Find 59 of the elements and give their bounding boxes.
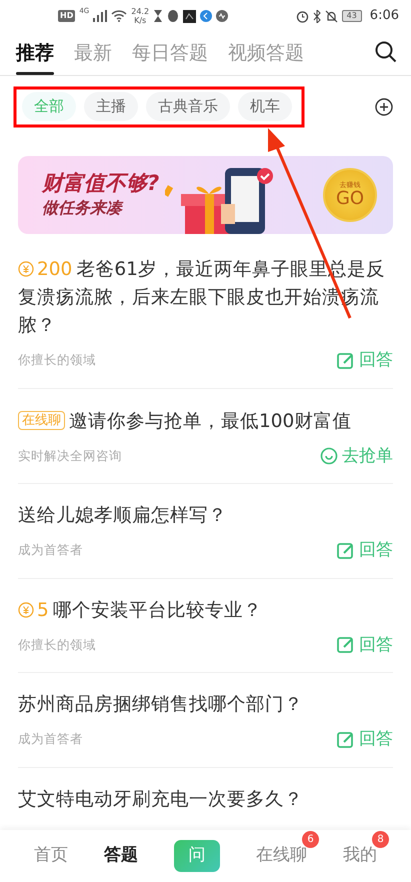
mute-icon (324, 10, 338, 22)
coin-icon (18, 602, 34, 618)
app-icon (216, 10, 228, 22)
category-chip[interactable]: 全部 (22, 92, 76, 120)
question-hint: 成为首答者 (18, 730, 83, 748)
edit-icon (337, 542, 355, 560)
nav-tab[interactable]: 我的 8 (343, 831, 389, 869)
edit-icon (337, 636, 355, 654)
alarm-icon (296, 10, 309, 22)
banner-subtitle: 做任务来凑 (42, 196, 124, 218)
speed-unit: K/s (133, 16, 148, 25)
signal-icon (93, 10, 108, 22)
category-chip[interactable]: 主播 (84, 92, 138, 120)
app-icon (200, 10, 212, 22)
nav-tab[interactable]: 答题 (104, 843, 138, 869)
tag: 在线聊 (18, 410, 65, 430)
tab[interactable]: 推荐 (16, 38, 54, 75)
coin-icon (18, 261, 34, 277)
question-title[interactable]: 送给儿媳孝顺扁怎样写？ (18, 502, 393, 530)
question-title[interactable]: 苏州商品房捆绑销售找哪个部门？ (18, 691, 393, 719)
search-icon[interactable] (375, 41, 397, 63)
hd-label: HD (58, 10, 76, 22)
nav-tab[interactable]: 首页 (34, 843, 68, 869)
smile-icon (320, 447, 338, 466)
nav-tab[interactable]: 在线聊 6 (256, 831, 319, 869)
tab[interactable]: 视频答题 (228, 38, 304, 75)
bluetooth-icon (312, 10, 321, 22)
question-hint: 实时解决全网咨询 (18, 446, 122, 465)
reward-amount: 5 (37, 600, 49, 620)
question-title[interactable]: $^{在线聊}$ 邀请你参与抢单，最低100财富值 (18, 406, 393, 436)
grab-order-button[interactable]: 去抢单 (320, 444, 393, 469)
edit-icon (337, 352, 355, 370)
tab[interactable]: 最新 (74, 38, 112, 75)
coin-label: GO (336, 189, 364, 209)
answer-button[interactable]: 回答 (337, 727, 393, 752)
question-hint: 你擅长的领域 (18, 636, 96, 654)
category-chip[interactable]: 古典音乐 (146, 92, 230, 120)
answer-button[interactable]: 回答 (337, 538, 393, 564)
app-icon (183, 10, 196, 22)
answer-button[interactable]: 回答 (337, 348, 393, 374)
question-title[interactable]: 艾文特电动牙刷充电一次要多久？ (18, 786, 393, 814)
question-hint: 你擅长的领域 (18, 351, 96, 370)
question-title[interactable]: 5 哪个安装平台比较专业？ (18, 596, 393, 624)
question-hint: 成为首答者 (18, 541, 83, 560)
reward-amount: 200 (37, 259, 72, 280)
clock: 6:06 (370, 7, 399, 26)
battery-level: 43 (342, 10, 362, 22)
answer-button[interactable]: 回答 (337, 632, 393, 658)
ask-button[interactable]: 问 (174, 840, 220, 872)
edit-icon (337, 730, 355, 749)
speed-value: 24.2 (131, 7, 150, 16)
hourglass-icon (153, 10, 164, 22)
notification-badge: 8 (372, 831, 389, 848)
notification-badge: 6 (302, 831, 319, 848)
banner-title: 财富值不够? (42, 170, 160, 196)
tab[interactable]: 每日答题 (132, 38, 208, 75)
category-chip[interactable]: 机车 (238, 92, 292, 120)
add-icon[interactable] (375, 98, 393, 116)
wifi-icon (111, 10, 128, 22)
